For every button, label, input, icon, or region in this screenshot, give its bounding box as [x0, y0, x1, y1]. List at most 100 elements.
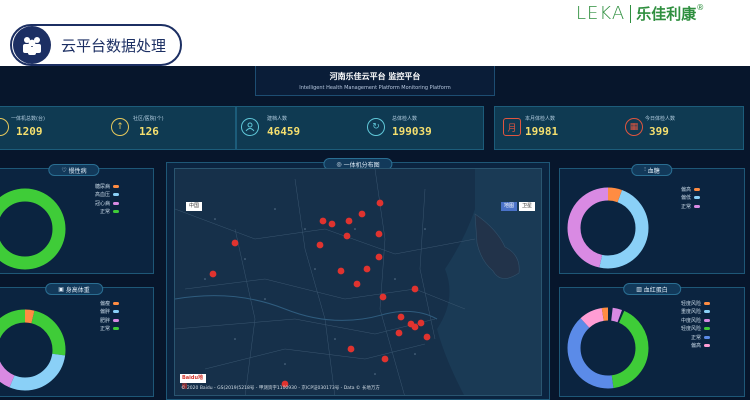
legend-item: 正常	[75, 325, 119, 334]
device-marker[interactable]	[381, 355, 389, 363]
donut-segment-normal	[0, 188, 66, 270]
legend-label: 正常	[680, 203, 691, 210]
map-region-tag[interactable]: 中国	[186, 202, 203, 211]
legend-item: 正常	[670, 333, 710, 342]
legend-swatch	[113, 210, 119, 214]
legend-item: 正常	[670, 202, 700, 211]
legend-item: 糖尿病	[75, 182, 119, 191]
legend-swatch	[113, 327, 119, 331]
legend-label: 糖尿病	[94, 183, 110, 190]
device-marker[interactable]	[337, 267, 345, 275]
legend-item: 轻度风险	[670, 299, 710, 308]
device-marker[interactable]	[375, 230, 383, 238]
panel-title-text: 身高体重	[65, 286, 90, 294]
legend-hemoglobin: 轻度风险 重度风险 中度风险 轻度风险 正常 偏高	[670, 299, 710, 350]
device-marker[interactable]	[363, 265, 371, 273]
calendar-icon: ▦	[625, 118, 643, 136]
stat-label: 总体检人数	[392, 116, 418, 122]
logo-chinese: 乐佳利康	[636, 5, 697, 23]
leka-logo: LEKA 乐佳利康 ®	[576, 3, 704, 24]
stat-card-records: 建档人数 46459 ↻ 总体检人数 199039	[236, 106, 484, 150]
stat-label: 本月体检人数	[525, 116, 556, 122]
legend-swatch	[704, 327, 710, 331]
device-marker[interactable]	[411, 285, 419, 293]
stat-card-devices: 一体机总数(台) 1209 ↑ 社区/医院(个) 126	[0, 106, 236, 150]
monitoring-dashboard: 河南乐佳云平台 监控平台 Intelligent Health Manageme…	[0, 66, 750, 400]
panel-title-text: 慢性病	[68, 167, 87, 175]
panel-title: ▥ 血红蛋白	[623, 283, 681, 295]
legend-swatch	[113, 193, 119, 197]
stat-label: 建档人数	[267, 116, 288, 122]
legend-label: 中度风险	[680, 317, 701, 324]
map-type-button[interactable]: 地图	[501, 202, 518, 211]
people-icon	[13, 26, 51, 64]
stat-total-exams: ↻ 总体检人数 199039	[365, 107, 485, 151]
dashboard-title: 河南乐佳云平台 监控平台 Intelligent Health Manageme…	[255, 66, 495, 96]
device-marker[interactable]	[231, 239, 239, 247]
satellite-type-button[interactable]: 卫星	[519, 202, 536, 211]
device-marker[interactable]	[376, 199, 384, 207]
device-marker[interactable]	[417, 319, 425, 327]
device-marker[interactable]	[353, 280, 361, 288]
device-marker[interactable]	[397, 313, 405, 321]
device-marker[interactable]	[395, 329, 403, 337]
panel-title: ⫶ 血糖	[631, 164, 673, 176]
device-marker[interactable]	[316, 241, 324, 249]
donut-hemoglobin	[567, 307, 649, 389]
stat-value: 19981	[525, 125, 559, 138]
panel-hemoglobin: ▥ 血红蛋白 轻度风险 重度风险 中度风险 轻度风险 正常 偏高	[559, 283, 745, 397]
legend-swatch	[113, 301, 119, 305]
donut-chronic	[0, 188, 66, 270]
device-marker[interactable]	[347, 345, 355, 353]
refresh-icon: ↻	[367, 118, 385, 136]
legend-label: 正常	[99, 209, 110, 216]
panel-chronic-disease: ♡ 慢性病 糖尿病 高血压 冠心病 正常	[0, 164, 154, 274]
device-marker[interactable]	[411, 323, 419, 331]
legend-item: 偏高	[670, 342, 710, 351]
device-marker[interactable]	[423, 333, 431, 341]
device-marker[interactable]	[375, 253, 383, 261]
stat-value: 46459	[267, 125, 301, 138]
user-icon	[241, 118, 259, 136]
stat-value: 199039	[392, 125, 432, 138]
legend-swatch	[694, 204, 700, 208]
legend-item: 正常	[75, 208, 119, 217]
stat-monthly-exams: 月 本月体检人数 19981	[495, 107, 615, 151]
badge-label: 云平台数据处理	[61, 36, 167, 55]
stat-today-exams: ▦ 今日体检人数 399	[623, 107, 743, 151]
legend-label: 正常	[690, 334, 701, 341]
device-distribution-map[interactable]: 中国 地图 卫星 Baidu地图 © 2020 Baidu - GS(2019)…	[174, 168, 542, 396]
panel-height-weight: ▣ 身高体重 偏瘦 偏胖 肥胖 正常	[0, 283, 154, 397]
panel-title-text: 血红蛋白	[643, 286, 668, 294]
map-copyright: © 2020 Baidu - GS(2019)5218号 - 甲测资字11009…	[181, 386, 380, 391]
chart-icon: ▥	[636, 285, 644, 293]
device-marker[interactable]	[358, 210, 366, 218]
baidu-logo: Baidu地图	[180, 374, 206, 390]
stat-label: 今日体检人数	[645, 116, 676, 122]
person-group-icon	[0, 118, 9, 136]
panel-title: ♡ 慢性病	[48, 164, 100, 176]
device-marker[interactable]	[328, 220, 336, 228]
title-english: Intelligent Health Management Platform M…	[299, 85, 451, 91]
cloud-data-badge[interactable]: 云平台数据处理	[10, 24, 182, 66]
legend-swatch	[704, 310, 710, 314]
month-icon: 月	[503, 118, 521, 136]
legend-swatch	[694, 196, 700, 200]
stat-communities: ↑ 社区/医院(个) 126	[109, 107, 229, 151]
legend-label: 轻度风险	[680, 326, 701, 333]
body-icon: ▣	[58, 285, 66, 293]
legend-item: 肥胖	[75, 316, 119, 325]
logo-divider	[630, 4, 632, 23]
legend-item: 偏高	[670, 185, 700, 194]
device-marker[interactable]	[319, 217, 327, 225]
heart-icon: ♡	[61, 166, 69, 174]
legend-label: 偏胖	[99, 309, 110, 316]
device-marker[interactable]	[343, 232, 351, 240]
legend-swatch	[113, 201, 119, 205]
donut-height-weight	[0, 309, 66, 391]
device-marker[interactable]	[345, 217, 353, 225]
legend-swatch	[704, 344, 710, 348]
legend-swatch	[704, 301, 710, 305]
device-marker[interactable]	[209, 270, 217, 278]
device-marker[interactable]	[379, 293, 387, 301]
